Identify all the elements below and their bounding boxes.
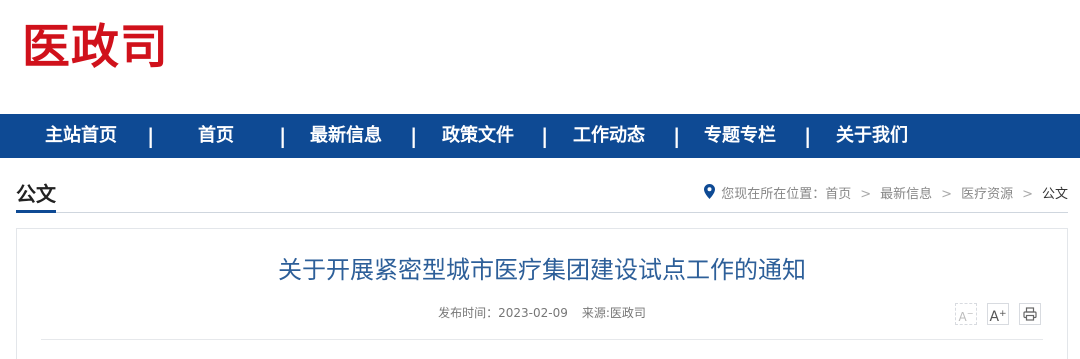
- breadcrumb-separator: >: [941, 187, 953, 202]
- font-smaller-icon: A: [958, 310, 967, 324]
- nav-item-work-news[interactable]: 工作动态: [573, 114, 645, 158]
- printer-icon: [1023, 307, 1037, 324]
- nav-item-special-topics[interactable]: 专题专栏: [704, 114, 776, 158]
- breadcrumb-separator: >: [1022, 187, 1033, 202]
- nav-item-latest-info[interactable]: 最新信息: [310, 114, 382, 158]
- font-larger-icon: A: [989, 309, 1000, 325]
- nav-separator: |: [541, 124, 549, 148]
- source-value: 医政司: [609, 306, 646, 320]
- site-header: 医政司: [0, 0, 1080, 114]
- font-larger-button[interactable]: A+: [987, 303, 1009, 325]
- meta-divider: [41, 339, 1043, 340]
- nav-separator: |: [410, 124, 418, 148]
- nav-item-about-us[interactable]: 关于我们: [836, 114, 908, 158]
- breadcrumb-latest-info[interactable]: 最新信息: [880, 187, 932, 202]
- nav-item-main-home[interactable]: 主站首页: [45, 114, 117, 158]
- publish-date: 2023-02-09: [498, 306, 568, 320]
- nav-separator: |: [279, 124, 287, 148]
- nav-item-home[interactable]: 首页: [198, 114, 234, 158]
- site-logo[interactable]: 医政司: [22, 20, 169, 76]
- article-card: 关于开展紧密型城市医疗集团建设试点工作的通知 发布时间：2023-02-09 来源…: [16, 228, 1068, 359]
- nav-item-policy-files[interactable]: 政策文件: [442, 114, 514, 158]
- source-label: 来源:: [581, 306, 610, 320]
- article-meta: 发布时间：2023-02-09 来源:医政司: [17, 305, 1067, 321]
- nav-separator: |: [147, 124, 155, 148]
- font-smaller-button[interactable]: A−: [955, 303, 977, 325]
- breadcrumb-home[interactable]: 首页: [825, 187, 851, 202]
- breadcrumb-medical-resources[interactable]: 医疗资源: [961, 187, 1013, 202]
- section-header: 公文 您现在所在位置：首页 > 最新信息 > 医疗资源 > 公文: [16, 176, 1068, 213]
- print-button[interactable]: [1019, 303, 1041, 325]
- main-nav: 主站首页 | 首页 | 最新信息 | 政策文件 | 工作动态 | 专题专栏 | …: [0, 114, 1080, 158]
- breadcrumb: 您现在所在位置：首页 > 最新信息 > 医疗资源 > 公文: [704, 184, 1068, 205]
- location-pin-icon: [704, 184, 716, 205]
- location-label: 您现在所在位置：: [721, 187, 826, 202]
- nav-separator: |: [804, 124, 812, 148]
- nav-separator: |: [673, 124, 681, 148]
- publish-date-label: 发布时间：: [438, 306, 499, 320]
- breadcrumb-current: 公文: [1041, 187, 1068, 202]
- article-title: 关于开展紧密型城市医疗集团建设试点工作的通知: [278, 256, 806, 284]
- section-title: 公文: [16, 182, 56, 213]
- breadcrumb-separator: >: [860, 187, 872, 202]
